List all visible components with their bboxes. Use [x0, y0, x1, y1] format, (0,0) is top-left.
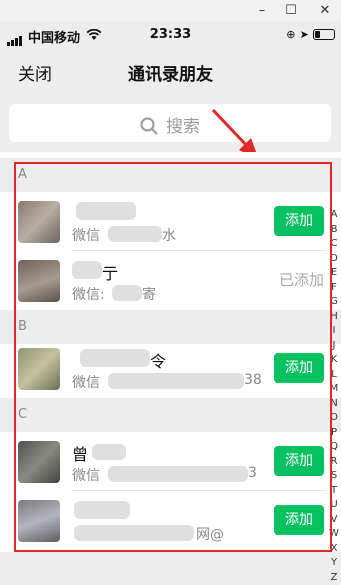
index-letter-r[interactable]: R [327, 455, 341, 470]
orientation-lock-icon: ⊕ [286, 28, 295, 41]
index-letter-y[interactable]: Y [327, 556, 341, 571]
contact-row[interactable]: 亍 微信: 寄 已添加 [0, 251, 326, 310]
index-letter-j[interactable]: J [327, 339, 341, 354]
contact-wechat-label: 微信 [72, 465, 100, 485]
index-letter-f[interactable]: F [327, 281, 341, 296]
avatar [18, 348, 60, 390]
contact-list: A 微信 水 添加 亍 微信: 寄 已添加 B 令 微信 38 添加 C 曾 微… [0, 152, 341, 552]
index-letter-z[interactable]: Z [327, 571, 341, 585]
status-right-icons: ⊕ ➤ [286, 27, 335, 42]
index-letter-n[interactable]: N [327, 397, 341, 412]
search-bar[interactable]: 搜索 [9, 104, 331, 142]
avatar [18, 500, 60, 542]
index-letter-w[interactable]: W [327, 527, 341, 542]
contact-name: 令 [150, 348, 166, 372]
contact-wechat-id: 38 [244, 372, 262, 388]
contact-wechat-label: 微信 [72, 225, 100, 245]
index-letter-p[interactable]: P [327, 426, 341, 441]
add-friend-button[interactable]: 添加 [274, 505, 324, 535]
index-letter-v[interactable]: V [327, 513, 341, 528]
contact-wechat-id: 寄 [142, 284, 156, 304]
avatar [18, 201, 60, 243]
contact-name: 曾 [72, 441, 88, 465]
index-letter-q[interactable]: Q [327, 440, 341, 455]
index-letter-c[interactable]: C [327, 237, 341, 252]
index-letter-u[interactable]: U [327, 498, 341, 513]
index-letter-k[interactable]: K [327, 353, 341, 368]
window-close-button[interactable]: ✕ [310, 0, 340, 22]
navigation-bar: 关闭 通讯录朋友 [0, 48, 341, 96]
add-friend-button[interactable]: 添加 [274, 206, 324, 236]
index-letter-g[interactable]: G [327, 295, 341, 310]
page-title: 通讯录朋友 [0, 60, 341, 85]
contact-wechat-label: 微信 [72, 372, 100, 392]
index-letter-x[interactable]: X [327, 542, 341, 557]
add-friend-button[interactable]: 添加 [274, 446, 324, 476]
index-letter-s[interactable]: S [327, 469, 341, 484]
battery-icon [313, 29, 335, 40]
section-header-c: C [0, 398, 341, 432]
minimize-button[interactable]: – [247, 0, 277, 22]
status-bar: 中国移动 23:33 ⊕ ➤ [0, 22, 341, 48]
avatar [18, 260, 60, 302]
index-letter-o[interactable]: O [327, 411, 341, 426]
contact-row[interactable]: 令 微信 38 添加 [0, 339, 326, 398]
index-letter-a[interactable]: A [327, 208, 341, 223]
contact-wechat-id: 水 [162, 225, 176, 245]
maximize-button[interactable]: ☐ [276, 0, 306, 22]
avatar [18, 441, 60, 483]
index-letter-b[interactable]: B [327, 223, 341, 238]
section-header-a: A [0, 158, 341, 192]
contact-wechat-id: 3 [248, 465, 257, 481]
location-icon: ➤ [300, 28, 309, 41]
add-friend-button[interactable]: 添加 [274, 353, 324, 383]
index-letter-l[interactable]: L [327, 368, 341, 383]
index-letter-e[interactable]: E [327, 266, 341, 281]
index-letter-t[interactable]: T [327, 484, 341, 499]
search-icon [140, 117, 158, 135]
contact-row[interactable]: 曾 微信 3 添加 [0, 432, 326, 491]
index-letter-h[interactable]: H [327, 310, 341, 325]
contact-wechat-id: 网@ [196, 524, 224, 544]
contact-name: 亍 [102, 260, 118, 284]
added-status: 已添加 [279, 269, 324, 290]
window-title-bar: – ☐ ✕ [0, 0, 341, 22]
contact-row[interactable]: 微信 水 添加 [0, 192, 326, 251]
alphabet-index[interactable]: ABCDEFGHIJKLMNOPQRSTUVWXYZ [327, 208, 341, 585]
index-letter-d[interactable]: D [327, 252, 341, 267]
contact-row[interactable]: 网@ 添加 [0, 491, 326, 550]
index-letter-m[interactable]: M [327, 382, 341, 397]
search-placeholder: 搜索 [166, 117, 200, 137]
index-letter-i[interactable]: I [327, 324, 341, 339]
contact-wechat-label: 微信: [72, 284, 105, 304]
